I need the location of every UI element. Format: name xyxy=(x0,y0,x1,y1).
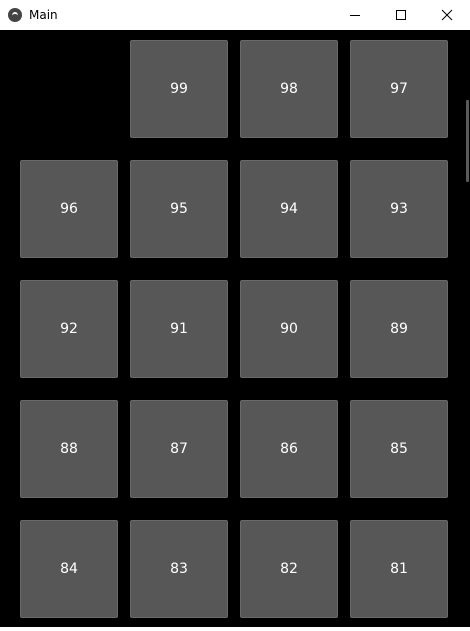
tile-button[interactable]: 96 xyxy=(20,160,118,258)
vertical-scrollbar[interactable] xyxy=(466,100,469,182)
tile-button[interactable]: 97 xyxy=(350,40,448,138)
tile-button[interactable]: 83 xyxy=(130,520,228,618)
window-title: Main xyxy=(29,8,58,22)
tile-button[interactable]: 93 xyxy=(350,160,448,258)
maximize-icon xyxy=(396,10,406,20)
close-button[interactable] xyxy=(424,0,470,30)
tile-button[interactable]: 91 xyxy=(130,280,228,378)
app-window: Main 99 98 97 96 95 94 93 92 91 90 89 88… xyxy=(0,0,470,631)
window-controls xyxy=(332,0,470,30)
tile-button[interactable]: 90 xyxy=(240,280,338,378)
app-logo-icon xyxy=(8,8,22,22)
tile-grid[interactable]: 99 98 97 96 95 94 93 92 91 90 89 88 87 8… xyxy=(0,30,470,631)
tile-button[interactable]: 81 xyxy=(350,520,448,618)
tile-button[interactable]: 94 xyxy=(240,160,338,258)
tile-button[interactable]: 84 xyxy=(20,520,118,618)
tile-button[interactable]: 92 xyxy=(20,280,118,378)
title-bar[interactable]: Main xyxy=(0,0,470,30)
tile-button[interactable]: 88 xyxy=(20,400,118,498)
maximize-button[interactable] xyxy=(378,0,424,30)
tile-button[interactable]: 95 xyxy=(130,160,228,258)
tile-button[interactable]: 86 xyxy=(240,400,338,498)
tile-button[interactable]: 87 xyxy=(130,400,228,498)
minimize-button[interactable] xyxy=(332,0,378,30)
minimize-icon xyxy=(350,15,360,16)
tile-button[interactable]: 82 xyxy=(240,520,338,618)
tile-button[interactable]: 85 xyxy=(350,400,448,498)
tile-button[interactable]: 89 xyxy=(350,280,448,378)
close-icon xyxy=(441,9,453,21)
window-bottom-border xyxy=(0,627,470,631)
tile-button[interactable]: 99 xyxy=(130,40,228,138)
tile-button[interactable]: 98 xyxy=(240,40,338,138)
